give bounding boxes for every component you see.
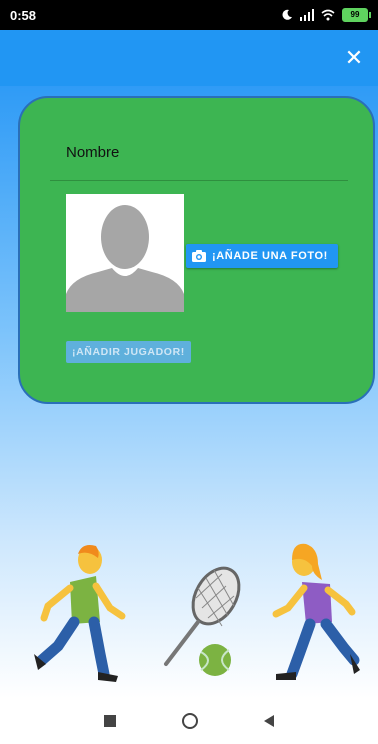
status-icons: 99 [281,8,371,22]
tennis-ball-icon [199,644,231,676]
home-icon[interactable] [182,713,198,729]
add-player-label: ¡AÑADIR JUGADOR! [72,346,185,358]
add-photo-button[interactable]: ¡AÑADE UNA FOTO! [186,244,338,268]
running-boy-icon [34,545,126,682]
name-field-value: Nombre [66,144,120,161]
system-nav-bar [0,698,378,744]
add-photo-label: ¡AÑADE UNA FOTO! [212,250,328,262]
back-icon[interactable] [264,715,274,727]
recents-icon[interactable] [104,715,116,727]
player-form-card: Nombre ¡AÑADE UNA FOTO! ¡AÑADIR JUGADOR! [18,96,375,404]
status-bar: 0:58 99 [0,0,378,30]
status-time: 0:58 [10,7,37,23]
running-girl-icon [272,543,360,680]
signal-icon [300,9,314,21]
tennis-illustration [34,543,360,682]
app-bar: ✕ [0,30,378,86]
add-player-button[interactable]: ¡AÑADIR JUGADOR! [66,341,191,363]
wifi-icon [321,9,335,21]
camera-icon [192,250,206,262]
moon-icon [282,9,292,20]
name-field[interactable]: Nombre [50,138,348,181]
battery-icon: 99 [342,8,371,22]
avatar-silhouette-icon [66,194,184,312]
close-button[interactable]: ✕ [340,44,368,72]
player-photo-placeholder [66,194,184,312]
close-icon: ✕ [344,45,364,70]
